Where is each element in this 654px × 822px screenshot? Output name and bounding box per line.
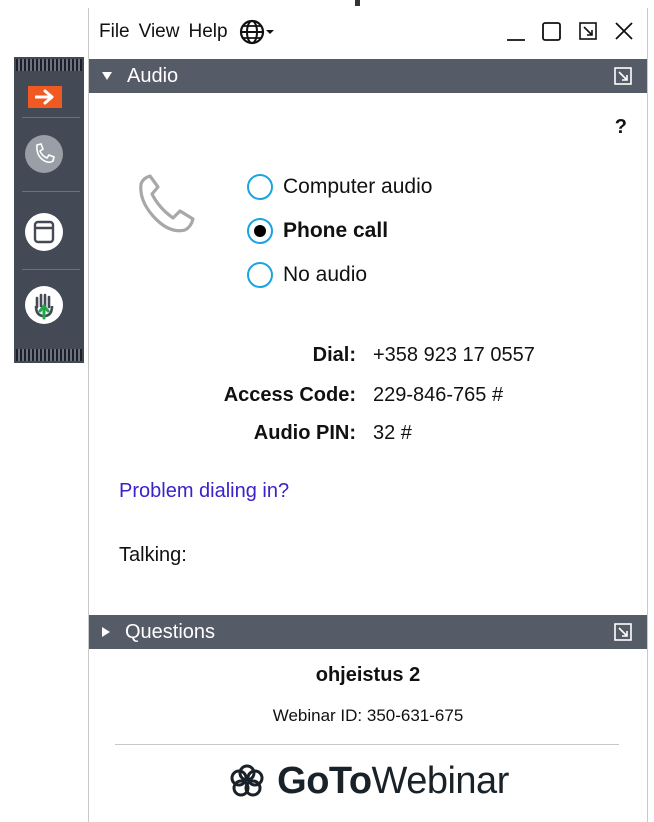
globe-icon (239, 19, 264, 45)
phone-icon (139, 174, 195, 233)
menu-help[interactable]: Help (188, 21, 227, 43)
window-icon (25, 213, 63, 251)
audio-option-phone[interactable]: Phone call (247, 218, 388, 244)
audio-toolbar-button[interactable] (24, 134, 64, 174)
access-code-label: Access Code: (223, 384, 356, 406)
radio-phone-call[interactable] (247, 218, 273, 244)
gotowebinar-logo: GoToWebinar (89, 760, 647, 803)
dial-value: +358 923 17 0557 (373, 344, 535, 366)
radio-computer-audio[interactable] (247, 174, 273, 200)
webinar-id: Webinar ID: 350-631-675 (272, 706, 464, 725)
talking-label: Talking: (119, 544, 187, 566)
menu-file[interactable]: File (99, 21, 130, 43)
gotowebinar-control-panel: File View Help Audio ? Computer audio Ph… (88, 8, 648, 822)
close-icon[interactable] (613, 20, 635, 42)
audio-panel-title: Audio (127, 64, 179, 87)
menu-bar: File View Help (89, 8, 647, 56)
toolbar-separator (22, 191, 80, 192)
collapse-arrow-button[interactable] (28, 86, 62, 108)
dial-label: Dial: (312, 344, 356, 366)
audio-panel-header[interactable]: Audio (89, 59, 647, 93)
maximize-icon[interactable] (541, 20, 563, 42)
radio-no-audio[interactable] (247, 262, 273, 288)
questions-panel-title: Questions (125, 620, 216, 643)
questions-panel-header[interactable]: Questions (89, 615, 647, 649)
toolbar-separator (22, 269, 80, 270)
audio-option-none[interactable]: No audio (247, 262, 367, 288)
phone-icon (25, 135, 63, 173)
pop-out-icon[interactable] (577, 20, 599, 42)
brand-bold: GoTo (277, 760, 372, 802)
audio-popout-icon[interactable] (613, 66, 633, 92)
radio-selected-dot (254, 225, 266, 237)
toolbar-grip-bottom[interactable] (16, 349, 82, 361)
radio-label: No audio (283, 263, 368, 286)
audio-pin-value: 32 # (373, 422, 412, 444)
side-toolbar (14, 57, 84, 363)
window-controls (505, 20, 635, 42)
menu-view[interactable]: View (139, 21, 180, 43)
triangle-right-icon (101, 626, 111, 638)
radio-label: Computer audio (283, 175, 433, 198)
toolbar-separator (22, 117, 80, 118)
language-menu[interactable] (239, 19, 275, 45)
audio-pin-label: Audio PIN: (253, 422, 356, 444)
minimize-icon[interactable] (505, 20, 527, 42)
decorative-dot (355, 0, 360, 6)
brand-wordmark: GoToWebinar (277, 760, 509, 803)
audio-option-computer[interactable]: Computer audio (247, 174, 432, 200)
window-toolbar-button[interactable] (24, 212, 64, 252)
raise-hand-toolbar-button[interactable] (24, 285, 64, 325)
triangle-down-icon (101, 71, 113, 81)
chevron-down-icon (265, 30, 274, 34)
problem-dialing-link[interactable]: Problem dialing in? (119, 480, 289, 503)
questions-popout-icon[interactable] (613, 622, 633, 648)
audio-help-button[interactable]: ? (615, 116, 627, 139)
gotowebinar-flower-icon (230, 764, 264, 796)
webinar-title: ohjeistus 2 (315, 664, 421, 686)
brand-regular: Webinar (371, 760, 510, 802)
arrow-right-icon (35, 89, 54, 105)
toolbar-grip-top[interactable] (16, 59, 82, 71)
radio-label: Phone call (283, 219, 389, 242)
access-code-value: 229-846-765 # (373, 384, 504, 406)
divider (115, 744, 619, 745)
raise-hand-icon (25, 286, 63, 324)
